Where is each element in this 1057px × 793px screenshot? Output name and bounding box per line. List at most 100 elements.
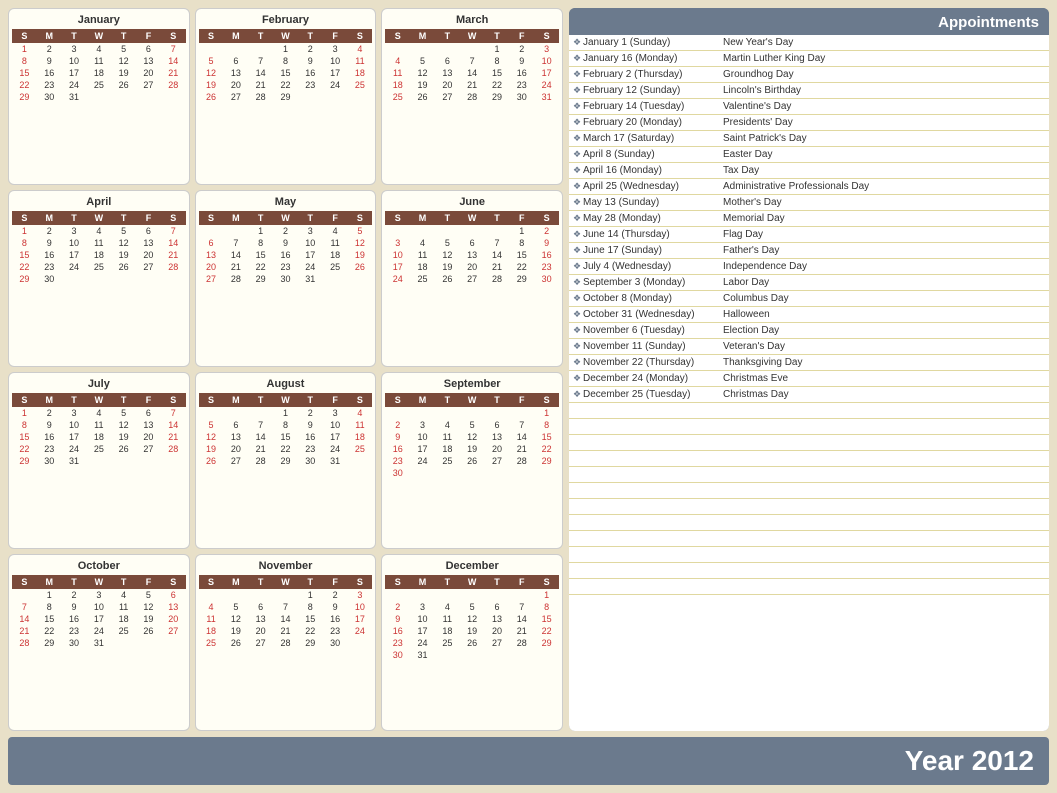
calendar-day: 14 (248, 431, 273, 443)
day-label: F (136, 575, 161, 589)
calendar-day: 30 (509, 91, 534, 103)
calendar-day: 9 (37, 237, 62, 249)
calendar-day: 23 (37, 261, 62, 273)
day-label: T (248, 211, 273, 225)
calendar-day: 4 (435, 601, 460, 613)
calendar-day: 6 (161, 589, 186, 601)
calendar-day: 15 (248, 249, 273, 261)
calendar-day: 29 (12, 455, 37, 467)
appointment-row: ❖April 16 (Monday)Tax Day (569, 163, 1049, 179)
day-label: T (62, 393, 87, 407)
calendar-day: 29 (12, 91, 37, 103)
calendar-day: 28 (460, 91, 485, 103)
calendar-days-header: SMTWTFS (12, 393, 186, 407)
day-label: S (385, 393, 410, 407)
appointment-date: May 13 (Sunday) (583, 197, 723, 208)
calendar-day: 30 (323, 637, 348, 649)
appointment-name: Mother's Day (723, 197, 1049, 208)
calendar-day: 9 (323, 601, 348, 613)
calendar-day: 27 (136, 443, 161, 455)
calendar-month-header: December (385, 558, 559, 575)
calendar-day: 26 (223, 637, 248, 649)
calendar-day: 27 (485, 637, 510, 649)
calendar-day (136, 455, 161, 467)
calendar-day: 28 (509, 637, 534, 649)
calendar-day: 16 (37, 431, 62, 443)
calendar-day: 20 (223, 79, 248, 91)
calendar-day: 25 (86, 79, 111, 91)
calendar-day: 27 (223, 455, 248, 467)
calendar-day: 25 (111, 625, 136, 637)
calendar-day (385, 43, 410, 55)
calendar-day: 6 (136, 225, 161, 237)
calendar-day: 5 (348, 225, 373, 237)
calendar-day: 28 (161, 261, 186, 273)
appointment-name: Columbus Day (723, 293, 1049, 304)
calendar-day (485, 225, 510, 237)
calendar-day: 8 (273, 55, 298, 67)
calendar-day: 9 (62, 601, 87, 613)
calendar-day (248, 589, 273, 601)
calendar-day (485, 467, 510, 479)
appointment-name: Easter Day (723, 149, 1049, 160)
calendar-day (161, 637, 186, 649)
calendar-november: NovemberSMTWTFS 123456789101112131415161… (195, 554, 377, 731)
calendar-day: 18 (348, 67, 373, 79)
day-label: S (348, 393, 373, 407)
calendar-day: 14 (273, 613, 298, 625)
calendar-day: 24 (348, 625, 373, 637)
appointment-date: November 22 (Thursday) (583, 357, 723, 368)
calendar-day: 4 (348, 407, 373, 419)
calendar-day (460, 649, 485, 661)
day-label: W (86, 575, 111, 589)
calendar-day: 12 (460, 613, 485, 625)
calendar-day (385, 225, 410, 237)
calendar-day (385, 407, 410, 419)
calendar-day: 26 (199, 91, 224, 103)
appointment-date: October 8 (Monday) (583, 293, 723, 304)
calendar-day: 1 (485, 43, 510, 55)
calendar-day: 7 (248, 419, 273, 431)
calendar-day: 22 (12, 261, 37, 273)
day-label: T (485, 575, 510, 589)
calendar-day: 1 (273, 43, 298, 55)
calendar-day: 2 (273, 225, 298, 237)
appointment-date: October 31 (Wednesday) (583, 309, 723, 320)
calendar-day: 12 (199, 431, 224, 443)
calendar-month-header: April (12, 194, 186, 211)
calendar-day: 2 (385, 601, 410, 613)
calendar-day: 14 (161, 237, 186, 249)
calendar-day: 28 (161, 443, 186, 455)
day-label: M (37, 29, 62, 43)
calendar-october: OctoberSMTWTFS 1234567891011121314151617… (8, 554, 190, 731)
calendar-day: 29 (273, 455, 298, 467)
day-label: S (385, 211, 410, 225)
calendar-days-header: SMTWTFS (385, 393, 559, 407)
calendar-day: 29 (248, 273, 273, 285)
calendar-day: 7 (12, 601, 37, 613)
day-label: T (111, 575, 136, 589)
appointment-date: December 24 (Monday) (583, 373, 723, 384)
calendar-day: 5 (111, 43, 136, 55)
calendar-day: 7 (460, 55, 485, 67)
calendar-day (223, 225, 248, 237)
day-label: F (136, 29, 161, 43)
appointment-date: April 8 (Sunday) (583, 149, 723, 160)
day-label: T (485, 29, 510, 43)
appointment-name: Father's Day (723, 245, 1049, 256)
calendar-day: 23 (298, 443, 323, 455)
calendar-day: 28 (248, 455, 273, 467)
calendar-day: 19 (460, 625, 485, 637)
calendar-day: 4 (86, 407, 111, 419)
calendar-day: 20 (485, 443, 510, 455)
calendar-day: 19 (460, 443, 485, 455)
calendar-days-header: SMTWTFS (12, 575, 186, 589)
calendar-day: 6 (485, 419, 510, 431)
appointment-row: ❖February 14 (Tuesday)Valentine's Day (569, 99, 1049, 115)
calendar-day: 19 (223, 625, 248, 637)
calendar-day: 30 (534, 273, 559, 285)
calendar-day: 11 (323, 237, 348, 249)
calendar-day: 29 (298, 637, 323, 649)
calendar-day: 24 (410, 637, 435, 649)
calendar-day: 10 (323, 419, 348, 431)
